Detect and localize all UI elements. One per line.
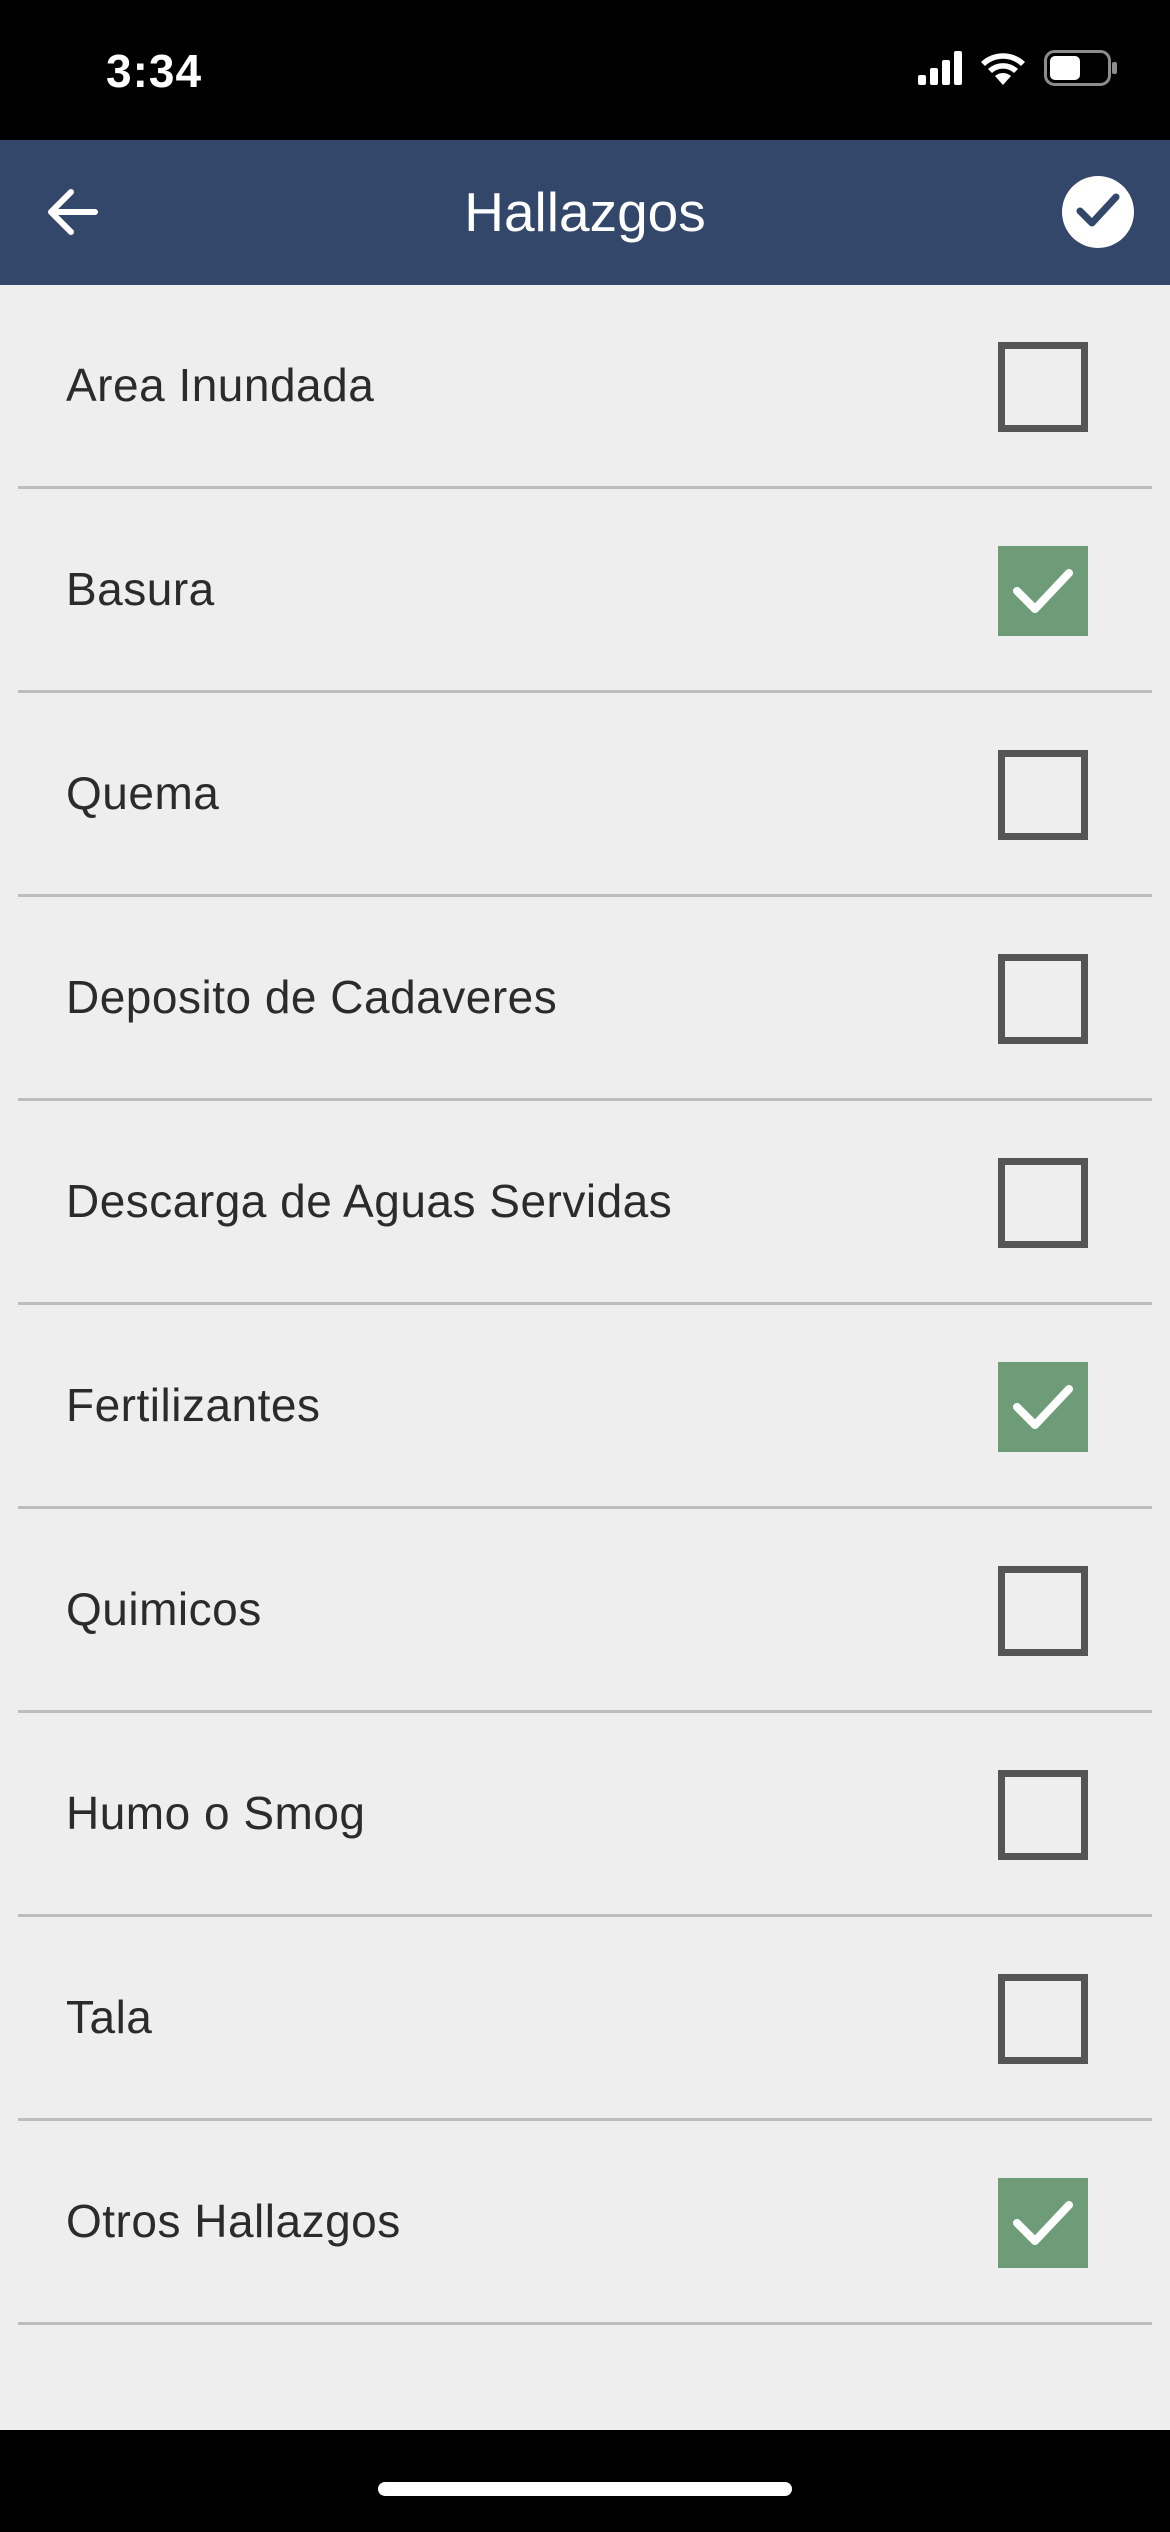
- check-icon: [1013, 2201, 1073, 2245]
- checkbox[interactable]: [998, 2178, 1088, 2268]
- list-item[interactable]: Tala: [18, 1917, 1152, 2121]
- list-item[interactable]: Descarga de Aguas Servidas: [18, 1101, 1152, 1305]
- status-icons: [918, 50, 1118, 91]
- wifi-icon: [980, 51, 1026, 90]
- checkbox[interactable]: [998, 1974, 1088, 2064]
- list-item[interactable]: Quema: [18, 693, 1152, 897]
- list-item-label: Tala: [66, 1991, 153, 2043]
- list-item-label: Quema: [66, 767, 220, 819]
- list-item-label: Descarga de Aguas Servidas: [66, 1175, 673, 1227]
- checkbox[interactable]: [998, 342, 1088, 432]
- findings-list-container: Area Inundada Basura Quema Deposito de C…: [0, 285, 1170, 2430]
- check-circle-icon: [1076, 192, 1120, 233]
- list-item[interactable]: Fertilizantes: [18, 1305, 1152, 1509]
- findings-list: Area Inundada Basura Quema Deposito de C…: [0, 285, 1170, 2325]
- page-title: Hallazgos: [464, 181, 706, 243]
- home-indicator[interactable]: [378, 2482, 792, 2496]
- list-item[interactable]: Area Inundada: [18, 285, 1152, 489]
- checkbox[interactable]: [998, 750, 1088, 840]
- nav-bar: Hallazgos: [0, 140, 1170, 285]
- status-time: 3:34: [106, 45, 203, 97]
- checkbox[interactable]: [998, 954, 1088, 1044]
- list-item[interactable]: Humo o Smog: [18, 1713, 1152, 1917]
- checkbox[interactable]: [998, 1770, 1088, 1860]
- check-icon: [1013, 1385, 1073, 1429]
- checkbox[interactable]: [998, 546, 1088, 636]
- list-item-label: Quimicos: [66, 1583, 262, 1635]
- checkbox[interactable]: [998, 1158, 1088, 1248]
- checkbox[interactable]: [998, 1566, 1088, 1656]
- list-item-label: Basura: [66, 563, 215, 615]
- home-indicator-area: [0, 2430, 1170, 2532]
- confirm-button[interactable]: [1062, 176, 1134, 248]
- phone-screen: 3:34 Hallazgos Area Inundada Basura Quem…: [0, 0, 1170, 2532]
- list-item-label: Area Inundada: [66, 359, 375, 411]
- list-item-label: Fertilizantes: [66, 1379, 321, 1431]
- battery-icon: [1044, 50, 1118, 91]
- check-icon: [1013, 569, 1073, 613]
- list-item-label: Deposito de Cadaveres: [66, 971, 558, 1023]
- cellular-signal-icon: [918, 51, 962, 90]
- status-bar: 3:34: [0, 0, 1170, 140]
- list-item[interactable]: Basura: [18, 489, 1152, 693]
- list-item[interactable]: Otros Hallazgos: [18, 2121, 1152, 2325]
- list-item-label: Humo o Smog: [66, 1787, 366, 1839]
- list-item-label: Otros Hallazgos: [66, 2195, 401, 2247]
- list-item[interactable]: Quimicos: [18, 1509, 1152, 1713]
- checkbox[interactable]: [998, 1362, 1088, 1452]
- list-item[interactable]: Deposito de Cadaveres: [18, 897, 1152, 1101]
